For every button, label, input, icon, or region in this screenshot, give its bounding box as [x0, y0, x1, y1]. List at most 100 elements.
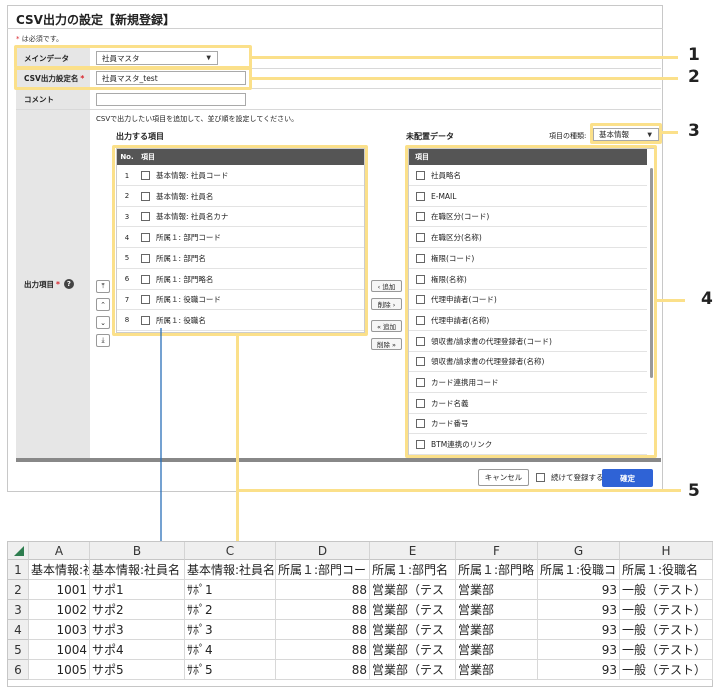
sheet-column-header[interactable]: A — [29, 542, 90, 560]
cancel-button[interactable]: キャンセル — [478, 469, 529, 486]
callout-line-3 — [662, 131, 678, 134]
sheet-cell[interactable]: 88 — [276, 660, 370, 680]
sheet-cell[interactable]: サポ5 — [90, 660, 185, 680]
comment-input[interactable] — [96, 93, 246, 106]
item-type-label: 項目の種類: — [549, 132, 587, 140]
sheet-header-cell[interactable]: 所属１:役職名 — [620, 560, 713, 580]
horizontal-scrollbar[interactable] — [16, 458, 661, 462]
sheet-header-cell[interactable]: 基本情報:社員名 — [90, 560, 185, 580]
add-all-button[interactable]: « 追加 — [371, 320, 402, 332]
highlight-box-output — [112, 145, 368, 336]
sheet-cell[interactable]: 営業部（テス — [370, 580, 456, 600]
sheet-cell[interactable]: 営業部 — [456, 620, 538, 640]
move-up-button[interactable]: ⌃ — [96, 298, 110, 311]
move-top-button[interactable]: ⤒ — [96, 280, 110, 293]
sheet-row-header[interactable]: 4 — [8, 620, 29, 640]
move-down-button[interactable]: ⌄ — [96, 316, 110, 329]
sheet-cell[interactable]: 93 — [538, 600, 620, 620]
sheet-cell[interactable]: 93 — [538, 640, 620, 660]
output-section-title: 出力する項目 — [116, 132, 164, 141]
row-divider — [16, 109, 661, 110]
sheet-row-header[interactable]: 6 — [8, 660, 29, 680]
output-items-label: 出力項目 * ? — [16, 110, 90, 458]
sheet-cell[interactable]: 1003 — [29, 620, 90, 640]
sheet-cell[interactable]: 営業部（テス — [370, 600, 456, 620]
sheet-cell[interactable]: 営業部 — [456, 660, 538, 680]
highlight-box-4 — [405, 145, 657, 458]
help-icon[interactable]: ? — [63, 279, 74, 289]
sheet-cell[interactable]: 一般（テスト） — [620, 620, 713, 640]
sheet-cell[interactable]: 88 — [276, 640, 370, 660]
callout-number-1: 1 — [688, 45, 700, 65]
sheet-cell[interactable]: 1001 — [29, 580, 90, 600]
add-button[interactable]: ‹ 追加 — [371, 280, 402, 292]
callout-line-4 — [657, 299, 685, 302]
sheet-cell[interactable]: 営業部 — [456, 640, 538, 660]
sheet-cell[interactable]: サポ3 — [90, 620, 185, 640]
sheet-row-header[interactable]: 1 — [8, 560, 29, 580]
sheet-row-header[interactable]: 2 — [8, 580, 29, 600]
sheet-row-header[interactable]: 5 — [8, 640, 29, 660]
sheet-cell[interactable]: 一般（テスト） — [620, 580, 713, 600]
sheet-cell[interactable]: ｻﾎﾟ4 — [185, 640, 276, 660]
sheet-cell[interactable]: サポ1 — [90, 580, 185, 600]
sheet-header-cell[interactable]: 所属１:部門略 — [456, 560, 538, 580]
remove-all-button[interactable]: 削除 » — [371, 338, 402, 350]
sheet-cell[interactable]: 88 — [276, 580, 370, 600]
sheet-corner[interactable] — [8, 542, 29, 560]
sheet-cell[interactable]: 93 — [538, 620, 620, 640]
sheet-header-cell[interactable]: 所属１:部門名 — [370, 560, 456, 580]
sheet-header-cell[interactable]: 所属１:役職コ — [538, 560, 620, 580]
page-title: CSV出力の設定【新規登録】 — [16, 13, 175, 27]
sheet-cell[interactable]: 88 — [276, 620, 370, 640]
continue-checkbox[interactable] — [536, 473, 545, 482]
sheet-header-cell[interactable]: 所属１:部門コー — [276, 560, 370, 580]
sheet-cell[interactable]: 一般（テスト） — [620, 640, 713, 660]
callout-line-1 — [252, 56, 678, 59]
comment-label: コメント — [16, 89, 90, 109]
instruction-text: CSVで出力したい項目を追加して、並び順を設定してください。 — [96, 115, 299, 123]
sheet-cell[interactable]: 1002 — [29, 600, 90, 620]
continue-register-option[interactable]: 続けて登録する — [536, 472, 604, 483]
sheet-column-header[interactable]: C — [185, 542, 276, 560]
highlight-box-1 — [14, 45, 252, 69]
highlight-box-3 — [590, 123, 662, 144]
sheet-cell[interactable]: 1005 — [29, 660, 90, 680]
sheet-cell[interactable]: 営業部 — [456, 600, 538, 620]
sheet-column-header[interactable]: E — [370, 542, 456, 560]
sheet-cell[interactable]: 93 — [538, 660, 620, 680]
sheet-cell[interactable]: 営業部（テス — [370, 640, 456, 660]
sheet-header-cell[interactable]: 基本情報:社 — [29, 560, 90, 580]
sheet-cell[interactable]: 一般（テスト） — [620, 600, 713, 620]
sheet-cell[interactable]: ｻﾎﾟ2 — [185, 600, 276, 620]
callout-number-2: 2 — [688, 67, 700, 87]
sheet-column-header[interactable]: B — [90, 542, 185, 560]
sheet-column-header[interactable]: H — [620, 542, 713, 560]
remove-button[interactable]: 削除 › — [371, 298, 402, 310]
sheet-cell[interactable]: 88 — [276, 600, 370, 620]
sheet-cell[interactable]: 1004 — [29, 640, 90, 660]
sheet-cell[interactable]: 営業部（テス — [370, 660, 456, 680]
sheet-column-header[interactable]: F — [456, 542, 538, 560]
sheet-cell[interactable]: 営業部 — [456, 580, 538, 600]
sheet-header-cell[interactable]: 基本情報:社員名 — [185, 560, 276, 580]
required-note: * は必須です。 — [16, 35, 64, 43]
sheet-cell[interactable]: ｻﾎﾟ5 — [185, 660, 276, 680]
unassigned-section-title: 未配置データ — [406, 132, 454, 141]
sheet-cell[interactable]: 一般（テスト） — [620, 660, 713, 680]
callout-number-3: 3 — [688, 121, 700, 141]
callout-number-4: 4 — [701, 289, 713, 309]
move-bottom-button[interactable]: ⤓ — [96, 334, 110, 347]
sheet-row-header[interactable]: 3 — [8, 600, 29, 620]
sheet-cell[interactable]: ｻﾎﾟ1 — [185, 580, 276, 600]
sheet-cell[interactable]: 93 — [538, 580, 620, 600]
sheet-cell[interactable]: サポ2 — [90, 600, 185, 620]
sheet-column-header[interactable]: G — [538, 542, 620, 560]
sheet-column-header[interactable]: D — [276, 542, 370, 560]
title-divider — [7, 28, 663, 29]
sheet-cell[interactable]: サポ4 — [90, 640, 185, 660]
sheet-cell[interactable]: 営業部（テス — [370, 620, 456, 640]
sheet-cell[interactable]: ｻﾎﾟ3 — [185, 620, 276, 640]
confirm-button[interactable]: 確定 — [602, 469, 653, 487]
mapping-arrow-icon — [156, 328, 166, 557]
